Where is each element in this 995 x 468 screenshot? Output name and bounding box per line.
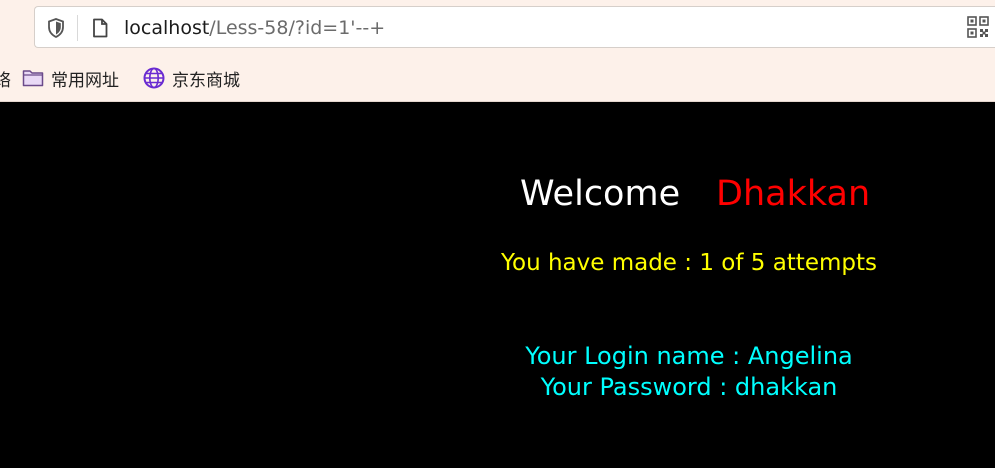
browser-chrome: localhost/Less-58/?id=1'--+ 络 常用网址 京东商城	[0, 0, 995, 102]
password-line: Your Password : dhakkan	[540, 373, 838, 401]
url-divider	[77, 15, 78, 41]
bookmark-jd[interactable]: 京东商城	[143, 62, 240, 94]
bookmark-jd-label: 京东商城	[172, 70, 240, 91]
bookmarks-bar: 络 常用网址 京东商城	[0, 62, 995, 94]
page-content: Welcome Dhakkan You have made : 1 of 5 a…	[0, 102, 995, 468]
url-path: /Less-58/?id=1'--+	[209, 17, 386, 39]
page-info-icon[interactable]	[89, 17, 111, 39]
url-host: localhost	[124, 17, 210, 39]
address-bar[interactable]: localhost/Less-58/?id=1'--+	[34, 6, 995, 48]
bookmark-partial[interactable]: 络	[0, 62, 11, 94]
bookmark-partial-label: 络	[0, 70, 11, 91]
attempts-message: You have made : 1 of 5 attempts	[501, 250, 877, 276]
bookmark-folder-common-sites[interactable]: 常用网址	[22, 62, 119, 94]
welcome-label: Welcome	[520, 174, 681, 214]
url-text[interactable]: localhost/Less-58/?id=1'--+	[124, 16, 385, 40]
globe-icon	[143, 67, 165, 89]
bookmark-folder-label: 常用网址	[51, 70, 119, 91]
login-name-line: Your Login name : Angelina	[525, 342, 853, 370]
welcome-username: Dhakkan	[716, 174, 871, 214]
qr-code-icon[interactable]	[967, 16, 989, 38]
folder-icon	[22, 70, 44, 87]
tracking-protection-shield-icon[interactable]	[45, 17, 67, 39]
welcome-line: Welcome Dhakkan	[0, 174, 995, 222]
